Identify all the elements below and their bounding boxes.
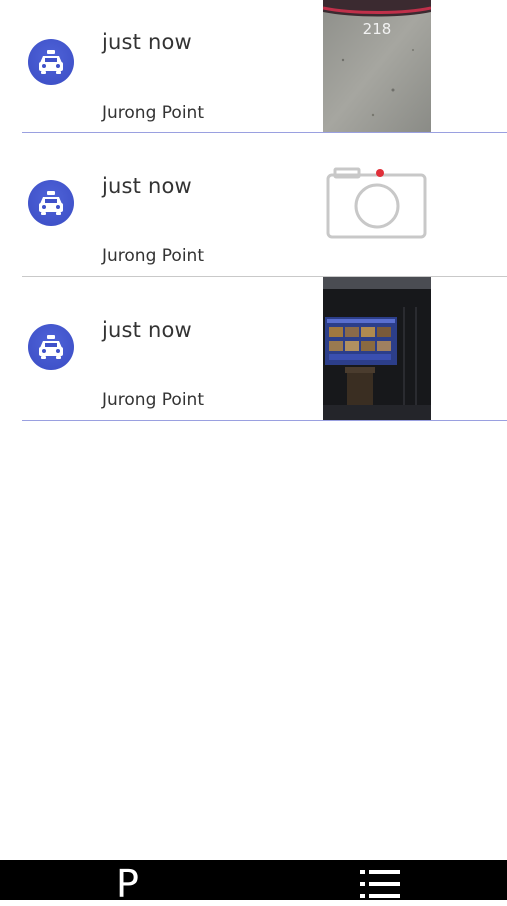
divider — [22, 420, 507, 421]
record-location: Jurong Point — [102, 390, 204, 410]
taxi-avatar — [28, 39, 74, 85]
records-list: just now Jurong Point 218 just now Juron… — [0, 0, 507, 421]
taxi-icon — [39, 50, 63, 74]
list-icon — [360, 870, 400, 898]
camera-placeholder-icon[interactable] — [323, 133, 431, 276]
record-location: Jurong Point — [102, 246, 204, 266]
taxi-icon — [39, 335, 63, 359]
tab-parking[interactable]: P — [116, 862, 139, 906]
record-time: just now — [102, 174, 192, 198]
parking-number: 218 — [363, 20, 392, 38]
bottom-tab-bar: P — [0, 860, 507, 906]
list-item[interactable]: just now Jurong Point — [0, 133, 507, 277]
list-item[interactable]: just now Jurong Point 218 — [0, 0, 507, 133]
record-thumbnail[interactable] — [323, 277, 431, 420]
record-time: just now — [102, 318, 192, 342]
record-location: Jurong Point — [102, 103, 204, 123]
taxi-avatar — [28, 180, 74, 226]
tab-list[interactable] — [360, 868, 400, 904]
record-time: just now — [102, 30, 192, 54]
taxi-icon — [39, 191, 63, 215]
list-item[interactable]: just now Jurong Point — [0, 277, 507, 421]
record-thumbnail[interactable]: 218 — [323, 0, 431, 133]
taxi-avatar — [28, 324, 74, 370]
